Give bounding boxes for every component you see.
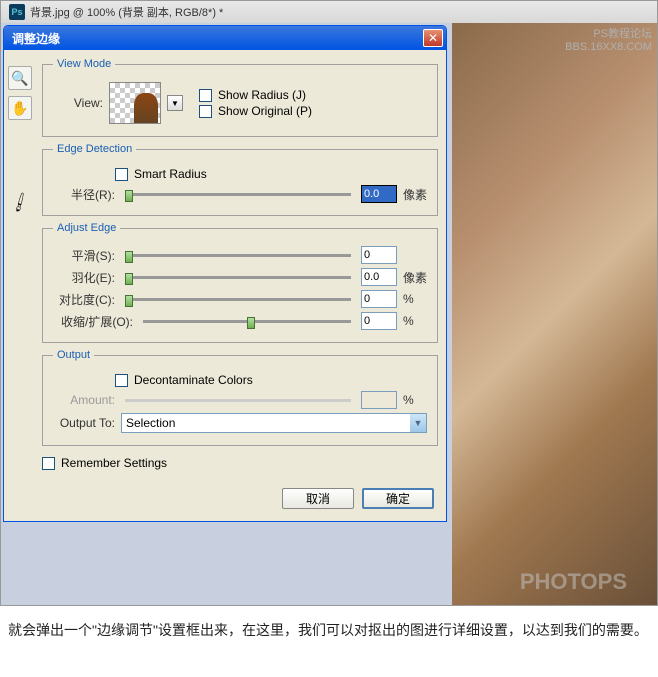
dialog-titlebar[interactable]: 调整边缘 ✕ — [4, 26, 446, 50]
amount-input — [361, 391, 397, 409]
document-title: 背景.jpg @ 100% (背景 副本, RGB/8*) * — [30, 4, 223, 20]
brush-tool[interactable]: 🖌 — [8, 190, 32, 214]
slider-handle[interactable] — [125, 273, 133, 285]
slider-handle[interactable] — [125, 295, 133, 307]
button-row: 取消 确定 — [42, 480, 438, 513]
slider-handle[interactable] — [125, 251, 133, 263]
shift-label: 收缩/扩展(O): — [53, 313, 133, 330]
amount-label: Amount: — [53, 393, 115, 407]
form-column: View Mode View: ▼ Show Radius (J) — [42, 58, 438, 513]
show-radius-checkbox[interactable] — [199, 89, 212, 102]
show-original-checkbox[interactable] — [199, 105, 212, 118]
contrast-input[interactable] — [361, 290, 397, 308]
decontaminate-label: Decontaminate Colors — [134, 373, 253, 387]
view-dropdown-arrow[interactable]: ▼ — [167, 95, 183, 111]
slider-handle[interactable] — [247, 317, 255, 329]
dialog-area: 调整边缘 ✕ 🔍 ✋ 🖌 View Mode View: — [1, 23, 452, 605]
shift-input[interactable] — [361, 312, 397, 330]
output-to-value: Selection — [126, 416, 175, 430]
contrast-slider[interactable] — [125, 298, 351, 301]
smooth-input[interactable] — [361, 246, 397, 264]
tool-column: 🔍 ✋ 🖌 — [8, 58, 36, 513]
output-group: Output Decontaminate Colors Amount: % — [42, 349, 438, 446]
show-radius-label: Show Radius (J) — [218, 88, 306, 102]
remember-settings-label: Remember Settings — [61, 456, 167, 470]
output-legend: Output — [53, 349, 94, 361]
feather-slider[interactable] — [125, 276, 351, 279]
content-area: 调整边缘 ✕ 🔍 ✋ 🖌 View Mode View: — [1, 23, 657, 605]
view-thumbnail[interactable] — [109, 82, 161, 124]
photoshop-icon: Ps — [9, 4, 25, 20]
refine-edge-dialog: 调整边缘 ✕ 🔍 ✋ 🖌 View Mode View: — [3, 25, 447, 522]
smart-radius-checkbox[interactable] — [115, 168, 128, 181]
shift-unit: % — [403, 314, 427, 328]
radius-slider[interactable] — [125, 193, 351, 196]
chevron-down-icon: ▼ — [410, 414, 426, 432]
smart-radius-label: Smart Radius — [134, 167, 207, 181]
amount-unit: % — [403, 393, 427, 407]
radius-label: 半径(R): — [53, 186, 115, 203]
radius-input[interactable] — [361, 185, 397, 203]
feather-unit: 像素 — [403, 269, 427, 286]
dialog-body: 🔍 ✋ 🖌 View Mode View: ▼ — [4, 50, 446, 521]
dialog-title: 调整边缘 — [12, 30, 60, 47]
zoom-tool[interactable]: 🔍 — [8, 66, 32, 90]
decontaminate-checkbox[interactable] — [115, 374, 128, 387]
ok-button[interactable]: 确定 — [362, 488, 434, 509]
hand-tool[interactable]: ✋ — [8, 96, 32, 120]
feather-input[interactable] — [361, 268, 397, 286]
shift-slider[interactable] — [143, 320, 351, 323]
tutorial-caption: 就会弹出一个"边缘调节"设置框出来，在这里，我们可以对抠出的图进行详细设置，以达… — [0, 606, 658, 655]
feather-label: 羽化(E): — [53, 269, 115, 286]
output-to-select[interactable]: Selection ▼ — [121, 413, 427, 433]
edge-detection-group: Edge Detection Smart Radius 半径(R): 像素 — [42, 143, 438, 216]
contrast-label: 对比度(C): — [53, 291, 115, 308]
canvas-image: PS教程论坛 BBS.16XX8.COM PHOTOPS — [452, 23, 657, 605]
view-mode-group: View Mode View: ▼ Show Radius (J) — [42, 58, 438, 137]
radius-unit: 像素 — [403, 186, 427, 203]
app-window: Ps 背景.jpg @ 100% (背景 副本, RGB/8*) * 调整边缘 … — [0, 0, 658, 606]
slider-handle[interactable] — [125, 190, 133, 202]
show-original-label: Show Original (P) — [218, 104, 312, 118]
smooth-slider[interactable] — [125, 254, 351, 257]
contrast-unit: % — [403, 292, 427, 306]
close-button[interactable]: ✕ — [423, 29, 443, 47]
view-mode-legend: View Mode — [53, 58, 115, 70]
smooth-label: 平滑(S): — [53, 247, 115, 264]
edge-detection-legend: Edge Detection — [53, 143, 136, 155]
watermark-bottom: PHOTOPS — [520, 569, 627, 595]
watermark-top: PS教程论坛 BBS.16XX8.COM — [565, 25, 652, 53]
remember-settings-checkbox[interactable] — [42, 457, 55, 470]
amount-slider — [125, 399, 351, 402]
view-label: View: — [53, 96, 103, 110]
app-titlebar: Ps 背景.jpg @ 100% (背景 副本, RGB/8*) * — [1, 1, 657, 23]
output-to-label: Output To: — [53, 416, 115, 430]
adjust-edge-group: Adjust Edge 平滑(S): 羽化(E): — [42, 222, 438, 343]
cancel-button[interactable]: 取消 — [282, 488, 354, 509]
adjust-edge-legend: Adjust Edge — [53, 222, 120, 234]
